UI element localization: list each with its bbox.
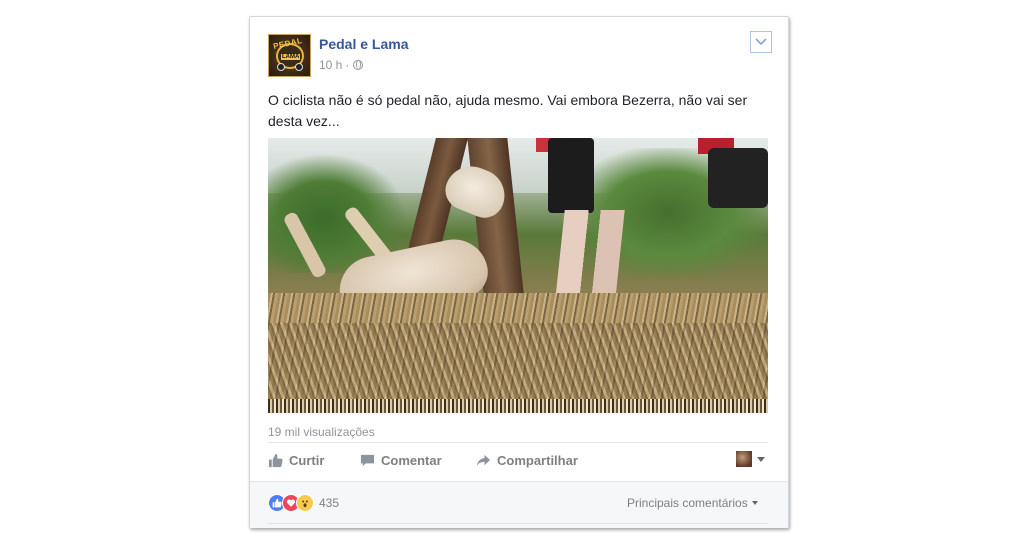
divider bbox=[268, 442, 768, 443]
video-frame-cyclist-legs bbox=[555, 210, 625, 300]
page-avatar[interactable]: PEDAL LAMA bbox=[268, 34, 311, 77]
share-button[interactable]: Compartilhar bbox=[476, 453, 578, 468]
video-frame-bottom bbox=[268, 399, 768, 413]
share-label: Compartilhar bbox=[497, 452, 578, 468]
thumbs-up-icon bbox=[268, 453, 283, 467]
like-button[interactable]: Curtir bbox=[268, 453, 324, 468]
meta-separator: · bbox=[345, 58, 350, 72]
post-timestamp[interactable]: 10 h bbox=[319, 58, 342, 72]
like-label: Curtir bbox=[289, 452, 325, 468]
comment-sort-label: Principais comentários bbox=[627, 496, 748, 510]
video-player[interactable] bbox=[268, 138, 768, 413]
wow-reaction-icon bbox=[296, 494, 314, 512]
share-arrow-icon bbox=[476, 454, 491, 466]
page-name-link[interactable]: Pedal e Lama bbox=[319, 36, 409, 52]
post-options-button[interactable] bbox=[750, 31, 772, 53]
action-bar: Curtir Comentar Compartilhar bbox=[268, 450, 768, 470]
chevron-down-icon bbox=[755, 38, 767, 46]
caret-down-icon bbox=[751, 501, 758, 505]
globe-icon bbox=[353, 60, 364, 70]
avatar-wheel-right bbox=[295, 63, 303, 71]
avatar-logo-text-mid: LAMA bbox=[281, 54, 301, 60]
speech-bubble-icon bbox=[360, 454, 375, 466]
comment-label: Comentar bbox=[381, 452, 442, 468]
reaction-count: 435 bbox=[319, 496, 340, 510]
avatar-wheel-left bbox=[277, 63, 285, 71]
video-frame-cyclist bbox=[708, 148, 768, 208]
comment-button[interactable]: Comentar bbox=[360, 453, 442, 468]
divider bbox=[268, 523, 768, 524]
caret-down-icon bbox=[757, 456, 765, 462]
post-card: PEDAL LAMA Pedal e Lama 10 h · O ciclist… bbox=[249, 16, 789, 528]
post-meta: 10 h · bbox=[319, 58, 364, 72]
reactions-footer: 435 Principais comentários bbox=[250, 481, 788, 528]
viewer-avatar bbox=[735, 450, 753, 468]
video-frame-cyclist bbox=[548, 138, 594, 213]
post-text: O ciclista não é só pedal não, ajuda mes… bbox=[268, 92, 748, 129]
view-count: 19 mil visualizações bbox=[268, 425, 375, 439]
reactions-summary[interactable]: 435 bbox=[268, 494, 339, 512]
post-as-selector[interactable] bbox=[735, 450, 765, 468]
comment-sort-dropdown[interactable]: Principais comentários bbox=[627, 496, 758, 510]
